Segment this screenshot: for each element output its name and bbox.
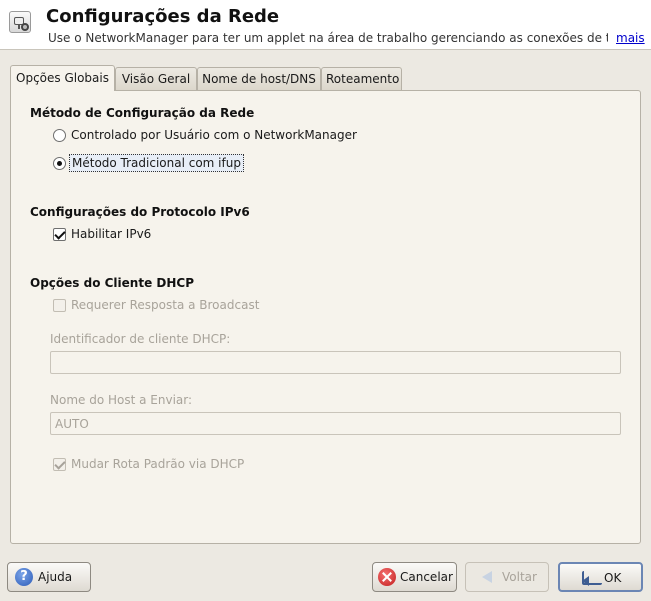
- dhcp-title: Opções do Cliente DHCP: [30, 276, 194, 290]
- default-route-checkbox[interactable]: Mudar Rota Padrão via DHCP: [53, 456, 273, 474]
- broadcast-checkbox[interactable]: Requerer Resposta a Broadcast: [53, 297, 273, 315]
- hostname-label: Nome do Host a Enviar:: [50, 393, 193, 407]
- checkbox-label: Habilitar IPv6: [71, 227, 152, 241]
- tab-label: Roteamento: [326, 72, 400, 86]
- cancel-icon: [378, 568, 396, 586]
- radio-label: Método Tradicional com ifup: [69, 154, 244, 172]
- checkbox[interactable]: [53, 458, 66, 471]
- ok-button-label: OK: [604, 571, 622, 585]
- config-method-title: Método de Configuração da Rede: [30, 106, 255, 120]
- tab-routing[interactable]: Roteamento: [321, 67, 402, 90]
- network-settings-icon: [9, 11, 31, 33]
- help-button-label: Ajuda: [38, 570, 73, 584]
- back-arrow-icon: [482, 571, 492, 583]
- back-button-label: Voltar: [502, 570, 537, 584]
- checkbox[interactable]: [53, 299, 66, 312]
- enable-ipv6-checkbox[interactable]: Habilitar IPv6: [53, 226, 173, 244]
- radio-networkmanager[interactable]: Controlado por Usuário com o NetworkMana…: [53, 127, 373, 145]
- cancel-button-label: Cancelar: [400, 570, 453, 584]
- back-button[interactable]: Voltar: [465, 562, 549, 592]
- tab-hostname-dns[interactable]: Nome de host/DNS: [197, 67, 321, 90]
- radio-label: Controlado por Usuário com o NetworkMana…: [71, 128, 357, 142]
- radio-traditional-ifup[interactable]: Método Tradicional com ifup: [53, 154, 253, 173]
- hostname-field[interactable]: AUTO: [50, 412, 621, 435]
- checkbox-label: Mudar Rota Padrão via DHCP: [71, 457, 245, 471]
- dialog-header: Configurações da Rede Use o NetworkManag…: [0, 0, 651, 50]
- radio-button[interactable]: [53, 157, 66, 170]
- tab-global-options[interactable]: Opções Globais: [10, 65, 115, 91]
- ok-button[interactable]: OK: [558, 562, 643, 592]
- tab-label: Nome de host/DNS: [202, 72, 316, 86]
- page-subtitle: Use o NetworkManager para ter um applet …: [48, 31, 608, 45]
- checkbox-label: Requerer Resposta a Broadcast: [71, 298, 260, 312]
- more-link[interactable]: mais: [616, 31, 645, 45]
- cancel-button[interactable]: Cancelar: [372, 562, 457, 592]
- checkbox[interactable]: [53, 228, 66, 241]
- tab-label: Visão Geral: [121, 72, 191, 86]
- ipv6-title: Configurações do Protocolo IPv6: [30, 205, 250, 219]
- enter-icon: [582, 571, 602, 586]
- client-id-label: Identificador de cliente DHCP:: [50, 332, 231, 346]
- client-id-field[interactable]: [50, 351, 621, 374]
- radio-button[interactable]: [53, 129, 66, 142]
- tab-overview[interactable]: Visão Geral: [115, 67, 197, 90]
- tab-label: Opções Globais: [16, 71, 109, 85]
- help-icon: ?: [15, 568, 33, 586]
- global-options-panel: Método de Configuração da Rede Controlad…: [10, 90, 641, 544]
- help-button[interactable]: ? Ajuda: [7, 562, 91, 592]
- page-title: Configurações da Rede: [46, 6, 280, 27]
